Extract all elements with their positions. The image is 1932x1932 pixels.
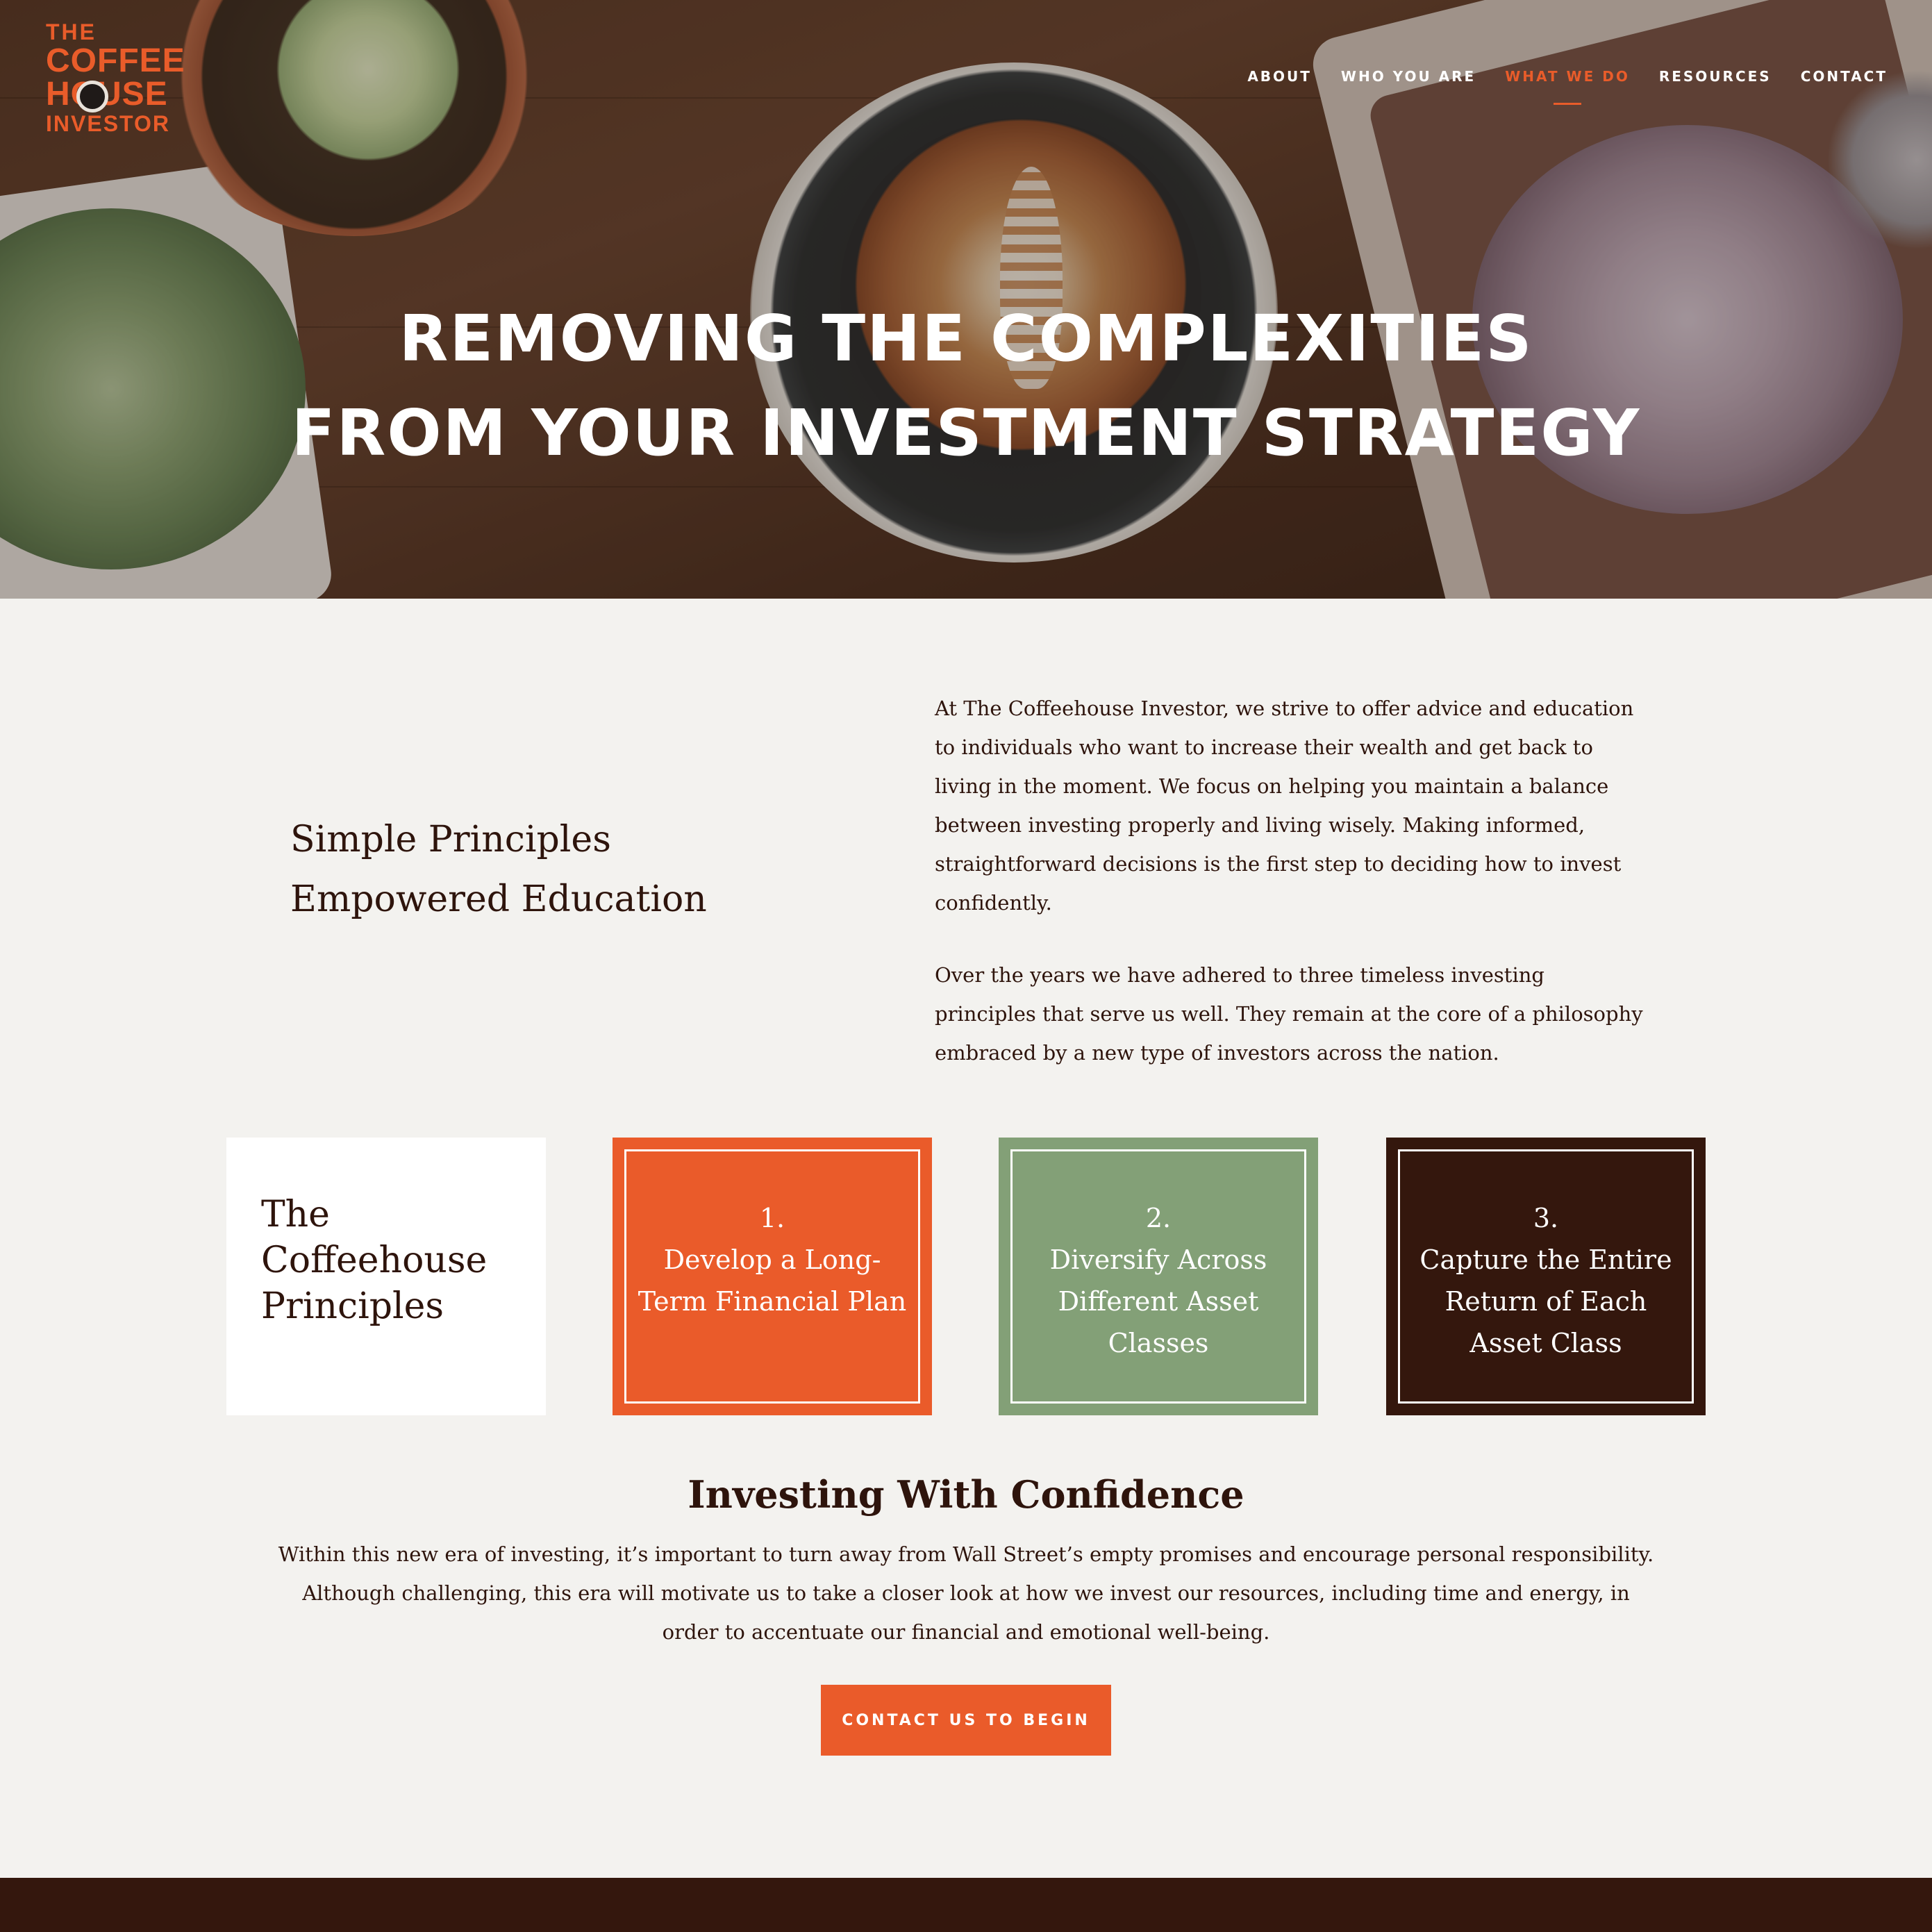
intro-paragraph-1: At The Coffeehouse Investor, we strive t… (935, 697, 1634, 915)
nav-item-about[interactable]: ABOUT (1247, 68, 1312, 86)
nav-item-who-you-are[interactable]: WHO YOU ARE (1341, 68, 1476, 86)
principle-card-3-text: 3. Capture the Entire Return of Each Ass… (1407, 1197, 1685, 1364)
intro-text: At The Coffeehouse Investor, we strive t… (935, 689, 1650, 1072)
footer (0, 1878, 1932, 1932)
nav-item-what-we-do[interactable]: WHAT WE DO (1505, 68, 1630, 86)
principle-card-1: 1. Develop a Long-Term Financial Plan (613, 1138, 932, 1415)
principle-card-1-text: 1. Develop a Long-Term Financial Plan (633, 1197, 911, 1322)
logo-text-investor: INVESTOR (46, 111, 170, 136)
logo-text-the: THE (46, 19, 97, 44)
contact-us-button[interactable]: CONTACT US TO BEGIN (821, 1685, 1111, 1756)
principle-label: Diversify Across Different Asset Classes (1049, 1244, 1267, 1358)
principle-card-2: 2. Diversify Across Different Asset Clas… (999, 1138, 1318, 1415)
confidence-body: Within this new era of investing, it’s i… (278, 1542, 1654, 1644)
principle-card-2-text: 2. Diversify Across Different Asset Clas… (1019, 1197, 1297, 1364)
site-logo[interactable]: THE COFFEE HOUSE INVESTOR (46, 21, 199, 135)
principle-label: Capture the Entire Return of Each Asset … (1419, 1244, 1672, 1358)
nav-item-resources[interactable]: RESOURCES (1659, 68, 1772, 86)
principle-label: Develop a Long-Term Financial Plan (638, 1244, 907, 1317)
coffee-cup-icon (76, 81, 108, 113)
main-nav: ABOUT WHO YOU ARE WHAT WE DO RESOURCES C… (1218, 68, 1888, 86)
hero-title-line2: FROM YOUR INVESTMENT STRATEGY (291, 396, 1641, 470)
logo-text-coffee: COFFEE (46, 42, 185, 79)
principle-card-3: 3. Capture the Entire Return of Each Ass… (1386, 1138, 1706, 1415)
tagline-line2: Empowered Education (290, 878, 707, 920)
nav-item-contact[interactable]: CONTACT (1801, 68, 1888, 86)
hero-banner: THE COFFEE HOUSE INVESTOR ABOUT WHO YOU … (0, 0, 1932, 599)
intro-paragraph-2: Over the years we have adhered to three … (935, 963, 1643, 1065)
hero-title: REMOVING THE COMPLEXITIES FROM YOUR INVE… (0, 292, 1932, 481)
principles-heading: The Coffeehouse Principles (261, 1194, 488, 1327)
tagline-line1: Simple Principles (290, 819, 611, 860)
principle-number: 2. (1145, 1203, 1172, 1233)
confidence-title: Investing With Confidence (688, 1472, 1244, 1517)
hero-title-line1: REMOVING THE COMPLEXITIES (399, 301, 1533, 376)
principle-number: 3. (1533, 1203, 1559, 1233)
principles-heading-card: The Coffeehouse Principles (226, 1138, 546, 1415)
intro-tagline: Simple Principles Empowered Education (290, 810, 776, 929)
logo-text-house: HOUSE (46, 78, 199, 113)
principle-number: 1. (759, 1203, 785, 1233)
